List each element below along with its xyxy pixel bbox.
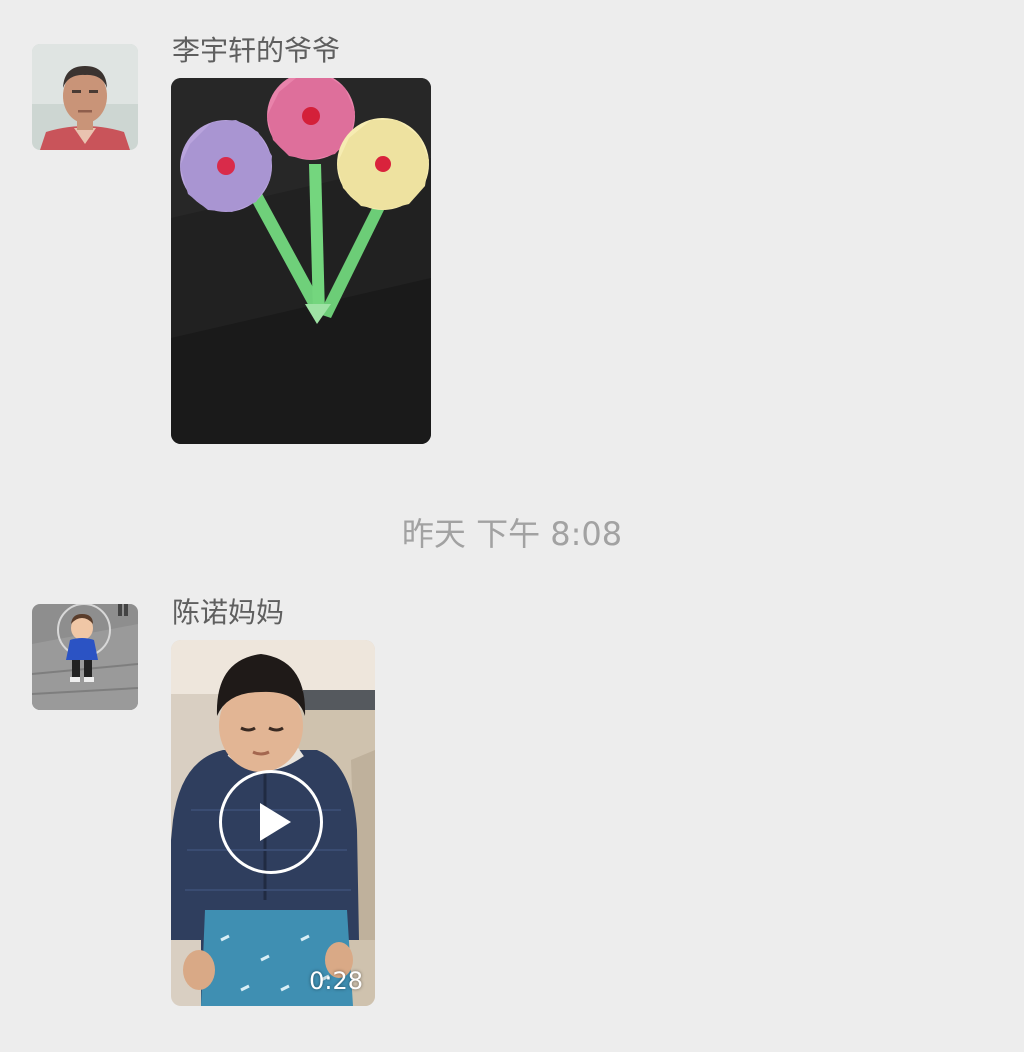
chat-window: 李宇轩的爷爷 昨天 下午 8:08 陈诺妈妈 0:28 [0,0,1024,1052]
timestamp-divider: 昨天 下午 8:08 [401,515,623,553]
elderly-man-avatar-icon [32,44,138,150]
sender-name: 陈诺妈妈 [172,596,285,629]
video-duration: 0:28 [309,967,363,995]
paper-flowers-photo-icon [171,78,431,444]
sender-avatar-chennuo-mom[interactable] [32,604,138,710]
play-button[interactable] [219,770,323,874]
sender-avatar-grandpa[interactable] [32,44,138,150]
video-message[interactable]: 0:28 [171,640,375,1006]
image-message[interactable] [171,78,431,444]
play-icon [260,803,291,841]
toddler-avatar-icon [32,604,138,710]
sender-name: 李宇轩的爷爷 [172,34,341,67]
